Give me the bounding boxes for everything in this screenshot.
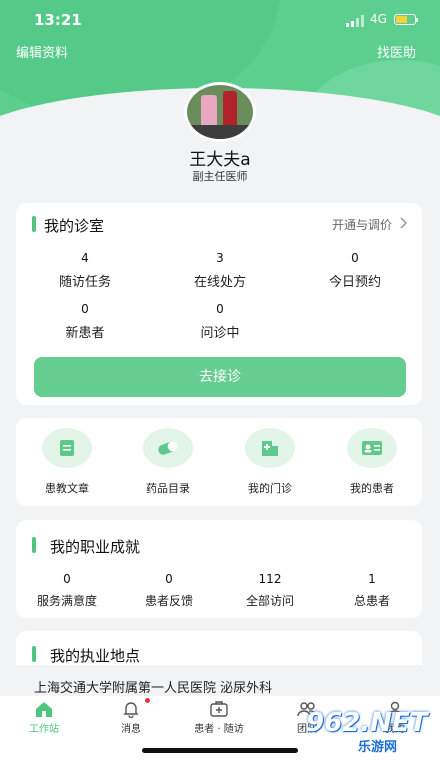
stat-value: 0 [165,572,173,586]
doctor-title: 副主任医师 [192,170,248,183]
quick-link-patients[interactable]: 我的患者 [332,428,412,496]
unread-badge [145,698,150,703]
stat-label: 患者反馈 [144,594,193,608]
edit-profile-link[interactable]: 编辑资料 [16,42,68,61]
practice-card: 我的执业地点 [16,631,422,665]
stat-satisfaction[interactable]: 0 服务满意度 [12,572,122,609]
stat-new-patients[interactable]: 0 新患者 [30,302,140,341]
stat-total-patients[interactable]: 1 总患者 [317,572,427,609]
stat-followup[interactable]: 4 随访任务 [30,251,140,290]
quick-link-drugs[interactable]: 药品目录 [128,428,208,496]
section-bar [32,216,36,232]
tab-messages[interactable]: 消息 [96,700,166,735]
watermark-main: 962.NET [306,708,428,738]
network-label: 4G [370,12,387,26]
stat-label: 总患者 [353,594,390,608]
stat-label: 今日预约 [328,275,381,290]
stat-visits[interactable]: 112 全部访问 [215,572,325,609]
stat-value: 3 [216,251,224,265]
find-assistant-link[interactable]: 找医助 [377,42,416,61]
tab-label: 消息 [121,724,141,735]
signal-icon [346,15,364,27]
home-icon [33,700,55,718]
quick-links-card: 患教文章 药品目录 我的门诊 我的患者 [16,418,422,506]
clinic-card: 我的诊室 开通与调价 4 随访任务 3 在线处方 0 今日预约 0 新患者 0 … [16,203,422,405]
tab-label: 患者 · 随访 [194,724,244,735]
bell-icon [120,700,142,718]
doctor-name: 王大夫a [189,150,251,170]
clinic-icon [245,428,295,468]
tab-label: 工作站 [29,724,59,735]
stat-value: 4 [81,251,89,265]
start-consultation-button[interactable]: 去接诊 [34,357,406,397]
clinic-title: 我的诊室 [44,217,105,235]
watermark-sub: 乐游网 [358,740,398,755]
stat-value: 1 [368,572,376,586]
achievements-title: 我的职业成就 [50,538,141,556]
stat-label: 在线处方 [193,275,246,290]
home-indicator [142,748,298,753]
stat-appointments[interactable]: 0 今日预约 [300,251,410,290]
status-time: 13:21 [34,11,82,29]
practice-title: 我的执业地点 [50,647,141,665]
chevron-right-icon [400,217,408,232]
stat-value: 0 [81,302,89,316]
status-bar: 13:21 4G [0,10,440,32]
tab-patients-followup[interactable]: 患者 · 随访 [184,700,254,735]
medical-box-icon [208,700,230,718]
battery-icon [394,14,418,25]
stat-value: 112 [258,572,282,586]
stat-consulting[interactable]: 0 问诊中 [165,302,275,341]
stat-value: 0 [63,572,71,586]
quick-link-label: 药品目录 [146,482,190,495]
achievements-card: 我的职业成就 0 服务满意度 0 患者反馈 112 全部访问 1 总患者 [16,520,422,618]
quick-link-label: 患教文章 [45,482,89,495]
open-pricing-link[interactable]: 开通与调价 [332,216,408,233]
stat-prescription[interactable]: 3 在线处方 [165,251,275,290]
open-pricing-label: 开通与调价 [331,218,392,232]
quick-link-label: 我的患者 [350,482,394,495]
quick-link-clinic[interactable]: 我的门诊 [230,428,310,496]
pill-icon [143,428,193,468]
stat-label: 全部访问 [245,594,294,608]
tab-workstation[interactable]: 工作站 [9,700,79,735]
practice-location[interactable]: 上海交通大学附属第一人民医院 泌尿外科 [34,677,272,696]
article-icon [42,428,92,468]
quick-link-articles[interactable]: 患教文章 [27,428,107,496]
stat-label: 服务满意度 [36,594,97,608]
quick-link-label: 我的门诊 [248,482,292,495]
avatar[interactable] [184,82,256,142]
section-bar [32,537,36,553]
stat-feedback[interactable]: 0 患者反馈 [114,572,224,609]
patient-card-icon [347,428,397,468]
stat-value: 0 [216,302,224,316]
stat-label: 随访任务 [58,275,111,290]
stat-value: 0 [351,251,359,265]
stat-label: 新患者 [65,326,105,341]
section-bar [32,646,36,662]
watermark-logo: 962.NET 乐游网 [306,708,432,755]
stat-label: 问诊中 [200,326,240,341]
